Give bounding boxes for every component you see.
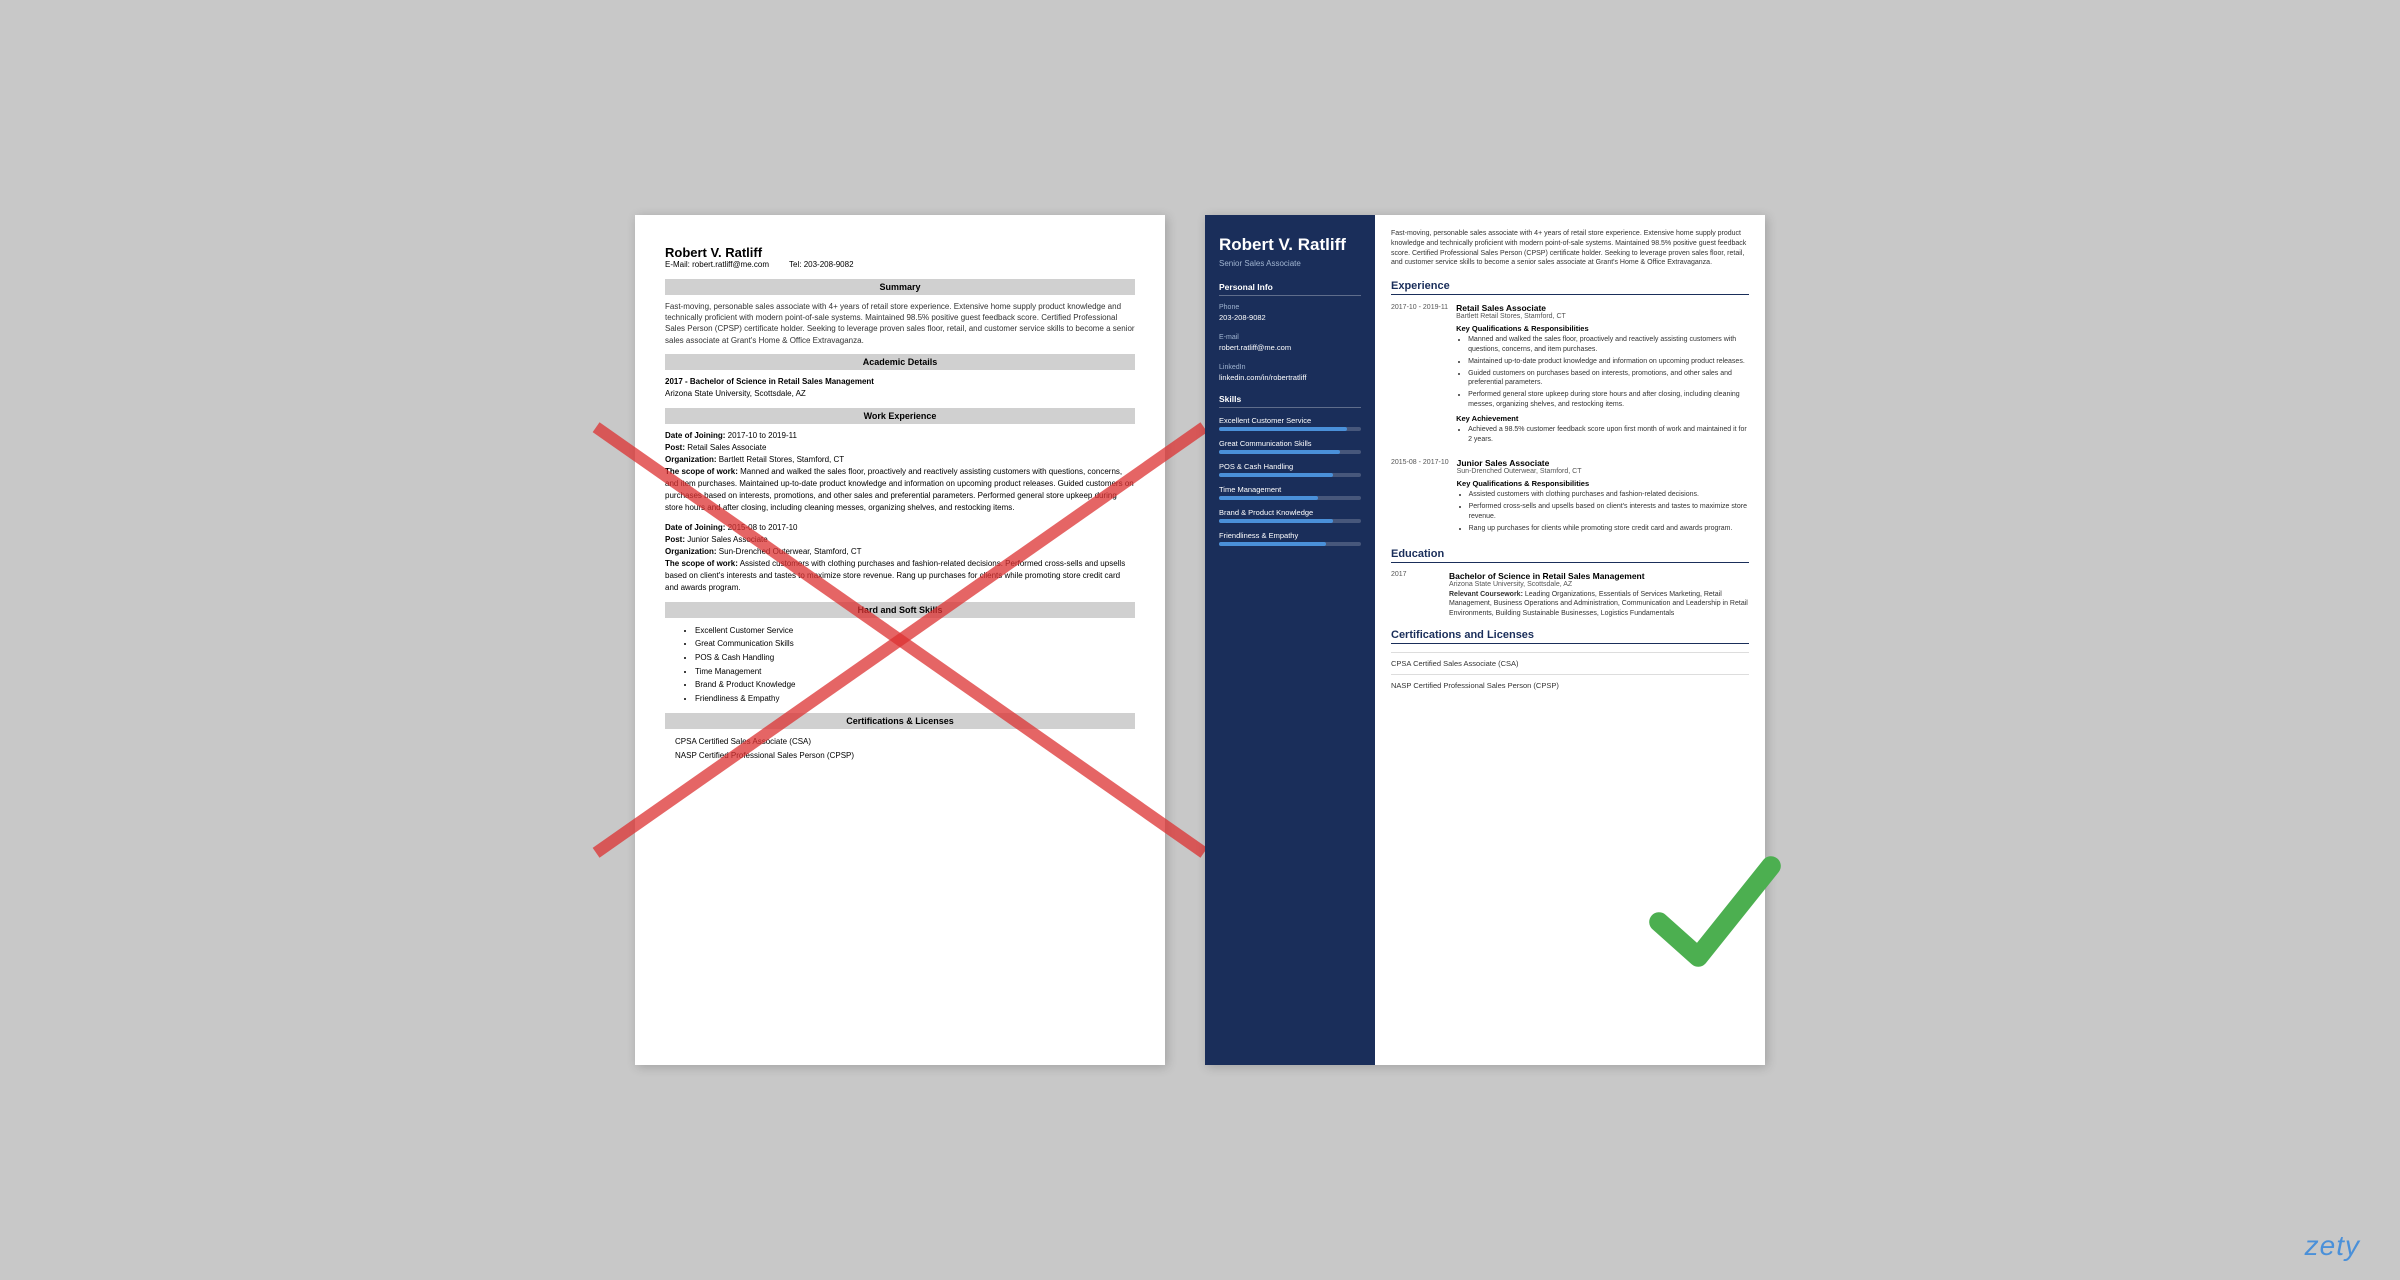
personal-info-title: Personal Info — [1219, 282, 1361, 296]
list-item: Assisted customers with clothing purchas… — [1469, 490, 1749, 500]
right-name: Robert V. Ratliff — [1219, 235, 1361, 255]
skill-2: Great Communication Skills — [1219, 439, 1361, 454]
list-item: Achieved a 98.5% customer feedback score… — [1468, 425, 1749, 445]
left-skills-header: Hard and Soft Skills — [665, 602, 1135, 618]
left-name-block: Robert V. Ratliff E-Mail: robert.ratliff… — [665, 245, 1135, 269]
right-cert-2: NASP Certified Professional Sales Person… — [1391, 681, 1749, 690]
list-item: Performed cross-sells and upsells based … — [1469, 502, 1749, 522]
email-block: E-mail robert.ratliff@me.com — [1219, 334, 1361, 352]
left-work-header: Work Experience — [665, 408, 1135, 424]
main-container: Robert V. Ratliff E-Mail: robert.ratliff… — [575, 185, 1825, 1095]
left-skills-list: Excellent Customer Service Great Communi… — [665, 624, 1135, 706]
skill-5: Brand & Product Knowledge — [1219, 508, 1361, 523]
left-summary-text: Fast-moving, personable sales associate … — [665, 301, 1135, 346]
list-item: Great Communication Skills — [695, 637, 1135, 651]
skills-section-title: Skills — [1219, 394, 1361, 408]
job2-bullets: Assisted customers with clothing purchas… — [1457, 490, 1749, 533]
list-item: Manned and walked the sales floor, proac… — [1468, 335, 1749, 355]
left-tel: Tel: 203-208-9082 — [789, 260, 854, 269]
skill-3: POS & Cash Handling — [1219, 462, 1361, 477]
list-item: Friendliness & Empathy — [695, 692, 1135, 706]
exp-job-2: 2015-08 - 2017-10 Junior Sales Associate… — [1391, 458, 1749, 537]
list-item: POS & Cash Handling — [695, 651, 1135, 665]
list-item: Performed general store upkeep during st… — [1468, 390, 1749, 410]
left-certs-header: Certifications & Licenses — [665, 713, 1135, 729]
left-education: 2017 - Bachelor of Science in Retail Sal… — [665, 376, 1135, 400]
right-main: Fast-moving, personable sales associate … — [1375, 215, 1765, 1065]
coursework: Relevant Coursework: Leading Organizatio… — [1449, 590, 1749, 619]
right-summary: Fast-moving, personable sales associate … — [1391, 229, 1749, 268]
list-item: Excellent Customer Service — [695, 624, 1135, 638]
skill-4: Time Management — [1219, 485, 1361, 500]
left-contact: E-Mail: robert.ratliff@me.com Tel: 203-2… — [665, 260, 1135, 269]
education-title: Education — [1391, 548, 1749, 563]
left-cert-1: CPSA Certified Sales Associate (CSA) — [665, 735, 1135, 749]
right-cert-1: CPSA Certified Sales Associate (CSA) — [1391, 659, 1749, 668]
list-item: Rang up purchases for clients while prom… — [1469, 524, 1749, 534]
certs-title: Certifications and Licenses — [1391, 629, 1749, 644]
left-cert-2: NASP Certified Professional Sales Person… — [665, 749, 1135, 763]
left-job-1: Date of Joining: 2017-10 to 2019-11 Post… — [665, 430, 1135, 514]
skill-1: Excellent Customer Service — [1219, 416, 1361, 431]
resume-left: Robert V. Ratliff E-Mail: robert.ratliff… — [635, 215, 1165, 1065]
list-item: Brand & Product Knowledge — [695, 678, 1135, 692]
left-email-label: E-Mail: robert.ratliff@me.com — [665, 260, 769, 269]
exp-detail-2: Junior Sales Associate Sun-Drenched Oute… — [1457, 458, 1749, 537]
left-job-2: Date of Joining: 2015-08 to 2017-10 Post… — [665, 522, 1135, 594]
job1-bullets: Manned and walked the sales floor, proac… — [1456, 335, 1749, 410]
list-item: Guided customers on purchases based on i… — [1468, 369, 1749, 389]
list-item: Time Management — [695, 665, 1135, 679]
phone-block: Phone 203-208-9082 — [1219, 304, 1361, 322]
right-title: Senior Sales Associate — [1219, 259, 1361, 268]
divider-2 — [1391, 674, 1749, 675]
linkedin-block: LinkedIn linkedin.com/in/robertratliff — [1219, 364, 1361, 382]
edu-detail: Bachelor of Science in Retail Sales Mana… — [1449, 571, 1749, 619]
left-academic-header: Academic Details — [665, 354, 1135, 370]
exp-detail-1: Retail Sales Associate Bartlett Retail S… — [1456, 303, 1749, 448]
exp-job-1: 2017-10 - 2019-11 Retail Sales Associate… — [1391, 303, 1749, 448]
edu-entry-1: 2017 Bachelor of Science in Retail Sales… — [1391, 571, 1749, 619]
list-item: Maintained up-to-date product knowledge … — [1468, 357, 1749, 367]
skill-6: Friendliness & Empathy — [1219, 531, 1361, 546]
left-summary-header: Summary — [665, 279, 1135, 295]
experience-title: Experience — [1391, 280, 1749, 295]
divider-1 — [1391, 652, 1749, 653]
right-sidebar: Robert V. Ratliff Senior Sales Associate… — [1205, 215, 1375, 1065]
job1-achievement: Achieved a 98.5% customer feedback score… — [1456, 425, 1749, 445]
resume-right: Robert V. Ratliff Senior Sales Associate… — [1205, 215, 1765, 1065]
zety-watermark: zety — [2305, 1230, 2360, 1262]
left-name: Robert V. Ratliff — [665, 245, 1135, 260]
